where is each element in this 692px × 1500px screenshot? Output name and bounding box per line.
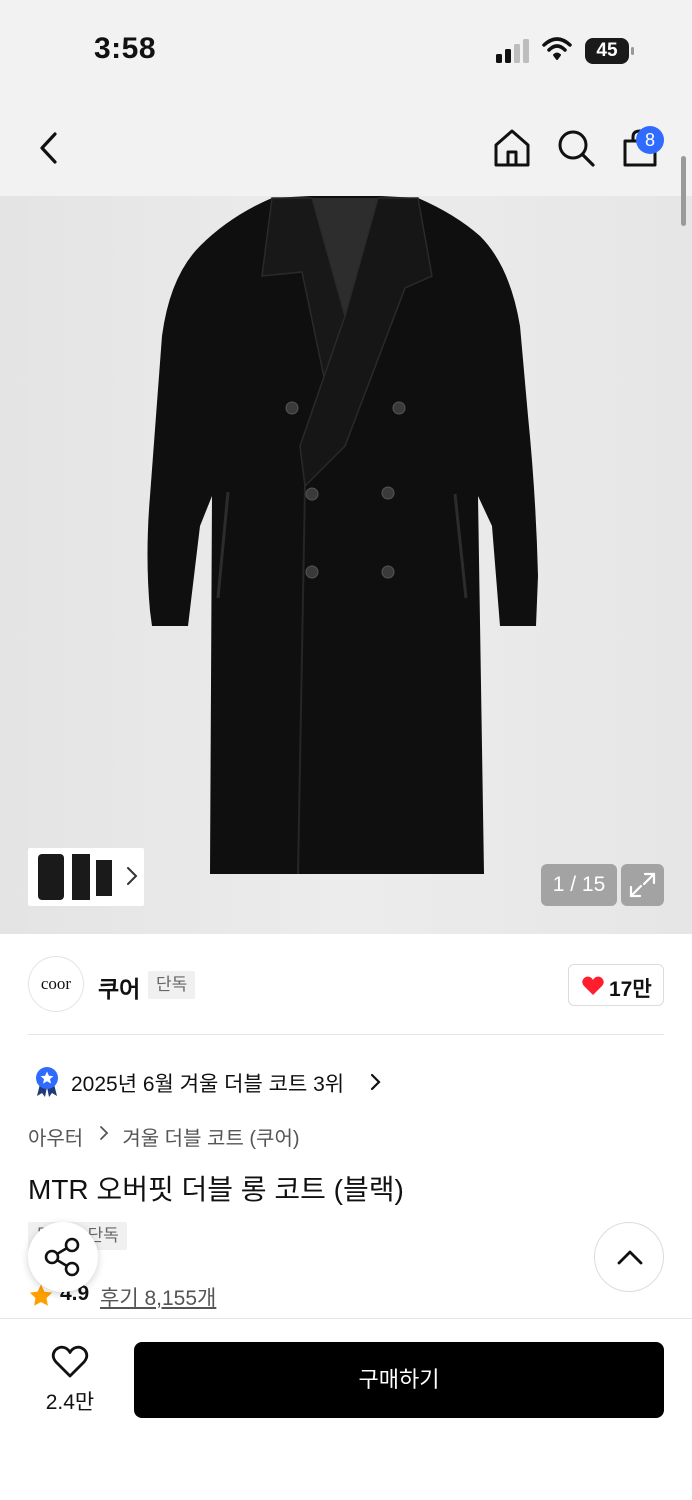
heart-outline-icon[interactable] — [50, 1344, 90, 1380]
divider — [28, 1034, 664, 1035]
cart-count-badge: 8 — [636, 126, 664, 154]
scroll-to-top-button[interactable] — [594, 1222, 664, 1292]
home-icon[interactable] — [490, 126, 534, 170]
breadcrumb-category[interactable]: 아우터 — [28, 1122, 83, 1151]
review-count-link[interactable]: 후기 8,155개 — [100, 1282, 216, 1312]
heart-filled-icon — [582, 976, 604, 995]
ranking-text: 2025년 6월 겨울 더블 코트 3위 — [71, 1073, 345, 1096]
brand-like-button[interactable]: 17만 — [568, 964, 664, 1006]
battery-tip — [631, 47, 634, 55]
status-time: 3:58 — [94, 32, 157, 65]
product-photo-coat — [147, 196, 538, 875]
breadcrumb: 아우터 겨울 더블 코트 (쿠어) — [28, 1122, 300, 1150]
thumbnail-2[interactable] — [72, 854, 90, 900]
battery-indicator: 45 — [585, 38, 635, 64]
status-bar: 3:58 45 — [0, 0, 692, 100]
brand-exclusive-tag: 단독 — [148, 971, 196, 999]
top-nav-bar — [0, 100, 692, 196]
wifi-icon — [542, 37, 572, 60]
cellular-signal-icon — [496, 39, 529, 63]
search-icon[interactable] — [554, 126, 598, 170]
brand-name[interactable]: 쿠어 — [98, 970, 140, 1004]
chevron-right-icon — [370, 1073, 381, 1091]
share-button[interactable] — [28, 1222, 98, 1292]
scrollbar[interactable] — [681, 156, 686, 226]
thumbnail-3[interactable] — [96, 860, 112, 896]
wishlist-count: 2.4만 — [45, 1391, 95, 1414]
thumbnail-strip[interactable] — [28, 848, 144, 906]
share-icon — [44, 1237, 80, 1277]
back-arrow-icon[interactable] — [28, 126, 72, 170]
chevron-right-icon — [99, 1125, 109, 1140]
brand-logo[interactable]: coor — [28, 956, 84, 1012]
breadcrumb-subcategory[interactable]: 겨울 더블 코트 (쿠어) — [122, 1122, 299, 1151]
battery-level: 45 — [585, 38, 629, 64]
image-counter: 1 / 15 — [541, 864, 617, 906]
product-image-gallery[interactable]: 1 / 15 — [0, 196, 692, 934]
chevron-right-icon[interactable] — [126, 866, 138, 886]
rank-badge-icon — [36, 1067, 58, 1097]
ranking-link[interactable]: 2025년 6월 겨울 더블 코트 3위 — [28, 1062, 428, 1102]
product-title: MTR 오버핏 더블 롱 코트 (블랙) — [28, 1174, 404, 1205]
buy-button[interactable]: 구매하기 — [134, 1342, 664, 1418]
expand-icon[interactable] — [621, 864, 664, 906]
brand-like-count: 17만 — [609, 978, 652, 1001]
chevron-up-icon — [617, 1250, 643, 1265]
thumbnail-1[interactable] — [38, 854, 64, 900]
